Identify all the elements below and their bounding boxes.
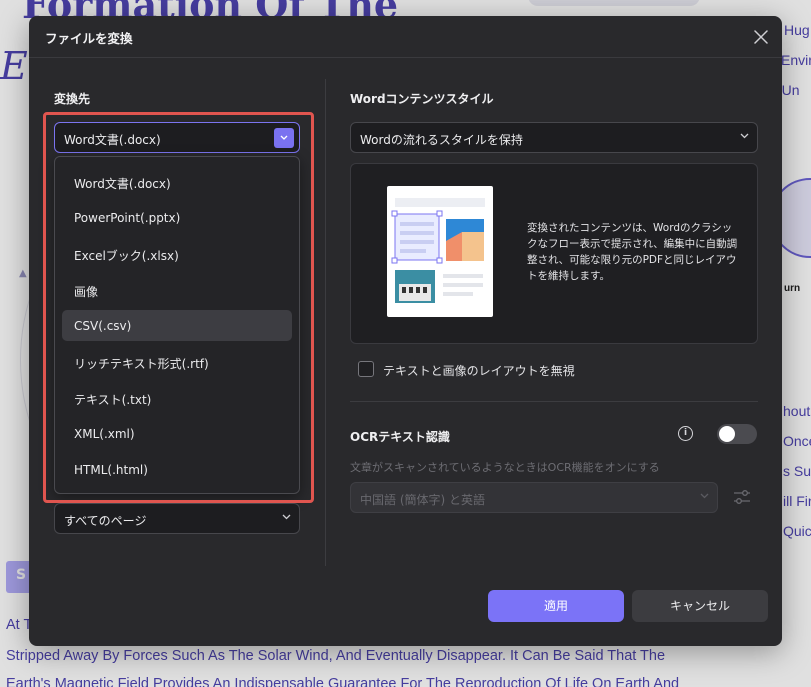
style-description: 変換されたコンテンツは、Wordのクラシックなフロー表示で提示され、編集中に自動… [527, 222, 738, 282]
format-option-html[interactable]: HTML(.html) [62, 454, 292, 485]
word-style-select[interactable]: Wordの流れるスタイルを保持 [350, 122, 758, 153]
style-preview: 変換されたコンテンツは、Wordのクラシックなフロー表示で提示され、編集中に自動… [350, 163, 758, 344]
word-style-label: Wordコンテンツスタイル [350, 92, 494, 106]
ocr-toggle[interactable] [717, 424, 757, 444]
format-option-pptx[interactable]: PowerPoint(.pptx) [62, 202, 292, 233]
settings-sliders-icon[interactable] [731, 486, 753, 508]
chevron-down-icon [700, 493, 709, 499]
ocr-label: OCRテキスト認識 [350, 430, 450, 444]
close-button[interactable] [750, 26, 772, 48]
dialog-header: ファイルを変換 [29, 16, 782, 58]
document-preview-image [387, 186, 493, 317]
dialog-title: ファイルを変換 [45, 31, 133, 46]
format-option-rtf[interactable]: リッチテキスト形式(.rtf) [62, 346, 292, 377]
ignore-layout-label: テキストと画像のレイアウトを無視 [383, 364, 575, 378]
ignore-layout-checkbox[interactable] [358, 361, 374, 377]
ocr-description: 文章がスキャンされているようなときはOCR機能をオンにする [350, 461, 660, 474]
format-select[interactable]: Word文書(.docx) [54, 122, 300, 153]
convert-file-dialog: ファイルを変換 変換先 Word文書(.docx) Word文書(.docx) … [29, 16, 782, 646]
close-icon [754, 30, 768, 44]
chevron-down-icon [740, 133, 749, 139]
format-option-docx[interactable]: Word文書(.docx) [62, 166, 292, 197]
format-option-image[interactable]: 画像 [62, 274, 292, 305]
chevron-down-icon [274, 128, 294, 148]
ocr-language-value: 中国語 (簡体字) と英語 [360, 493, 485, 507]
format-dropdown-list: Word文書(.docx) PowerPoint(.pptx) Excelブック… [54, 156, 300, 494]
format-option-xlsx[interactable]: Excelブック(.xlsx) [62, 238, 292, 269]
section-divider [350, 401, 758, 402]
format-option-csv[interactable]: CSV(.csv) [62, 310, 292, 341]
toggle-knob [719, 426, 735, 442]
page-range-select[interactable]: すべてのページ [54, 503, 300, 534]
page-range-value: すべてのページ [64, 514, 147, 528]
apply-button[interactable]: 適用 [488, 590, 624, 622]
cancel-button[interactable]: キャンセル [632, 590, 768, 622]
ocr-language-select[interactable]: 中国語 (簡体字) と英語 [350, 482, 718, 513]
format-option-txt[interactable]: テキスト(.txt) [62, 382, 292, 413]
word-style-value: Wordの流れるスタイルを保持 [360, 133, 523, 147]
format-select-value: Word文書(.docx) [64, 133, 161, 147]
column-divider [325, 79, 326, 566]
format-option-xml[interactable]: XML(.xml) [62, 418, 292, 449]
chevron-down-icon [282, 514, 291, 520]
destination-label: 変換先 [54, 92, 91, 106]
info-icon[interactable]: i [678, 426, 693, 441]
